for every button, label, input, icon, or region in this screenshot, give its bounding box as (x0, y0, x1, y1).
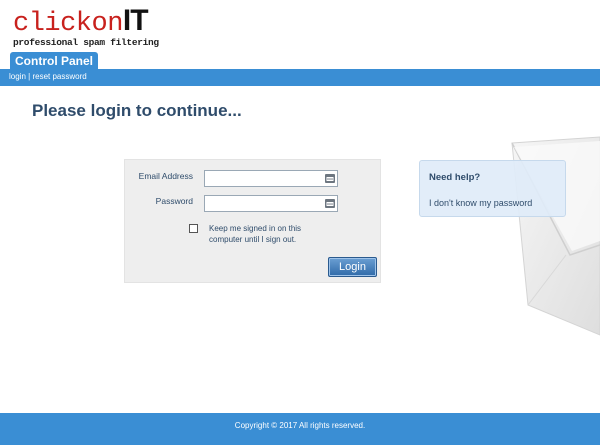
nav-bar: login | reset password (0, 69, 600, 86)
email-field[interactable] (204, 170, 338, 189)
footer: Copyright © 2017 All rights reserved. (0, 413, 600, 445)
control-panel-tab[interactable]: Control Panel (10, 52, 99, 70)
help-title: Need help? (429, 172, 481, 183)
password-input[interactable] (205, 198, 323, 214)
email-label: Email Address (138, 171, 193, 181)
nav-links: login | reset password (9, 72, 87, 81)
help-panel: Need help? I don't know my password (419, 160, 566, 217)
logo-it-text: IT (122, 4, 149, 37)
nav-login-link[interactable]: login (9, 72, 26, 81)
password-field[interactable] (204, 195, 338, 214)
key-icon[interactable] (325, 199, 335, 208)
nav-reset-password-link[interactable]: reset password (32, 72, 86, 81)
logo-tagline: professional spam filtering (13, 37, 159, 48)
login-button[interactable]: Login (328, 257, 377, 277)
login-panel: Email Address Password Keep me signed in… (124, 159, 381, 283)
email-input[interactable] (205, 173, 323, 189)
logo-text: clickon (13, 9, 123, 39)
key-icon[interactable] (325, 174, 335, 183)
page-title: Please login to continue... (32, 101, 242, 120)
forgot-password-link[interactable]: I don't know my password (429, 198, 532, 208)
nav-separator: | (28, 72, 31, 81)
password-label: Password (155, 196, 193, 206)
keep-signed-in-label: Keep me signed in on this computer until… (209, 224, 302, 244)
copyright-text: Copyright © 2017 All rights reserved. (234, 421, 366, 430)
logo: clickonIT professional spam filtering (13, 4, 159, 48)
keep-signed-in-checkbox[interactable] (189, 224, 198, 233)
